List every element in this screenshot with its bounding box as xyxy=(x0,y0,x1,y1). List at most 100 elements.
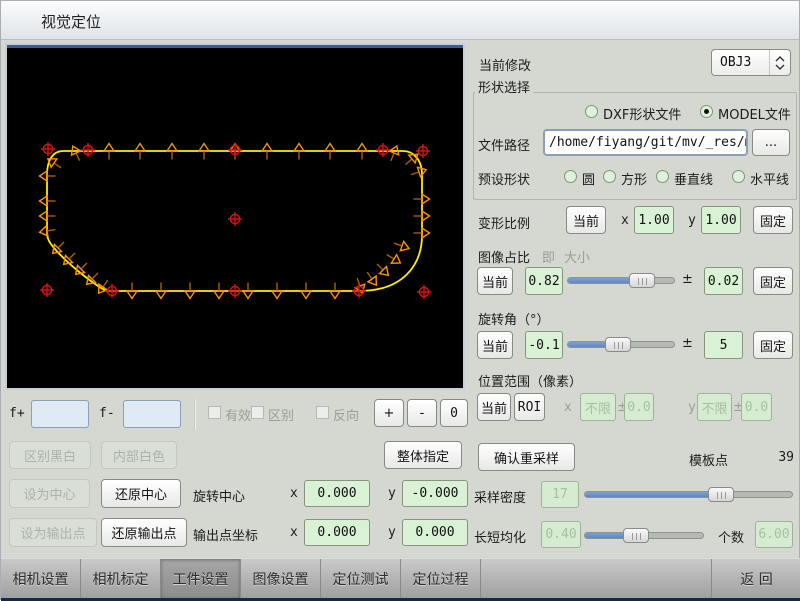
rotation-slider[interactable] xyxy=(567,337,675,352)
radio-dxf-file[interactable] xyxy=(585,105,598,118)
rotation-tol-field[interactable]: 5 xyxy=(704,331,743,359)
deform-x-field[interactable]: 1.00 xyxy=(634,206,674,234)
shape-marker xyxy=(325,144,335,160)
center-x-field[interactable]: 0.000 xyxy=(304,480,370,507)
spinner-arrows-icon[interactable] xyxy=(769,50,790,75)
tab-workpiece-settings[interactable]: 工件设置 xyxy=(161,559,241,598)
shape-marker xyxy=(409,165,427,179)
set-output-button[interactable]: 设为输出点 xyxy=(9,518,97,547)
average-slider-handle[interactable] xyxy=(623,528,649,543)
density-slider-handle[interactable] xyxy=(708,487,734,502)
shape-marker xyxy=(104,144,114,160)
shape-marker xyxy=(40,196,56,206)
center-y-field[interactable]: -0.000 xyxy=(402,480,468,507)
position-current-button[interactable]: 当前 xyxy=(477,393,511,421)
shape-marker xyxy=(40,211,56,221)
distinguish-checkbox[interactable] xyxy=(251,406,264,419)
whole-designate-button[interactable]: 整体指定 xyxy=(384,441,462,469)
deform-x-label: x xyxy=(621,213,629,228)
length-average-field[interactable]: 0.40 xyxy=(541,521,581,548)
ratio-slider[interactable] xyxy=(567,273,675,288)
count-field[interactable]: 6.00 xyxy=(755,521,793,548)
object-selector-value: OBJ3 xyxy=(712,55,769,70)
f-minus-input[interactable] xyxy=(123,400,181,428)
cross-marker xyxy=(105,284,119,298)
tab-image-settings[interactable]: 图像设置 xyxy=(241,559,321,598)
shape-marker xyxy=(185,283,195,299)
radio-circle[interactable] xyxy=(564,170,577,183)
reverse-checkbox-label: 反向 xyxy=(333,405,359,424)
ratio-fixed-button[interactable]: 固定 xyxy=(753,267,793,295)
browse-button[interactable]: ... xyxy=(752,129,790,156)
object-selector[interactable]: OBJ3 xyxy=(711,49,791,76)
shape-marker xyxy=(243,283,253,299)
valid-checkbox[interactable] xyxy=(208,406,221,419)
visual-positioning-window: 视觉定位 当前修改 OBJ3 形状选择 DXF形状文件 MODEL文件 文件路径… xyxy=(0,0,800,600)
shape-marker xyxy=(363,269,380,288)
sampling-density-slider[interactable] xyxy=(584,487,793,502)
cross-marker xyxy=(228,143,242,157)
shape-marker xyxy=(272,283,282,299)
deform-current-button[interactable]: 当前 xyxy=(566,206,606,234)
tab-camera-calibration[interactable]: 相机标定 xyxy=(81,559,161,598)
restore-center-button[interactable]: 还原中心 xyxy=(101,479,181,508)
cross-marker xyxy=(228,212,242,226)
deform-y-field[interactable]: 1.00 xyxy=(701,206,741,234)
ratio-slider-handle[interactable] xyxy=(629,273,655,288)
length-average-slider[interactable] xyxy=(584,528,704,543)
deform-ratio-label: 变形比例 xyxy=(478,213,530,232)
inner-white-button[interactable]: 内部白色 xyxy=(101,441,177,469)
tab-position-process[interactable]: 定位过程 xyxy=(401,559,481,598)
output-x-field[interactable]: 0.000 xyxy=(304,519,370,546)
radio-vline[interactable] xyxy=(656,170,669,183)
position-y-field[interactable]: 不限 xyxy=(697,393,732,421)
ratio-tol-field[interactable]: 0.02 xyxy=(704,267,743,295)
position-y-label: y xyxy=(688,400,696,415)
radio-circle-label: 圆 xyxy=(582,169,595,188)
set-center-button[interactable]: 设为中心 xyxy=(9,479,90,508)
rotation-center-label: 旋转中心 xyxy=(193,486,245,505)
density-slider-groove xyxy=(584,491,793,498)
shape-marker xyxy=(214,283,224,299)
confirm-resample-button[interactable]: 确认重采样 xyxy=(478,443,575,471)
tab-position-test[interactable]: 定位测试 xyxy=(321,559,401,598)
rotation-label: 旋转角（°） xyxy=(478,309,550,328)
rotation-fixed-button[interactable]: 固定 xyxy=(753,331,793,359)
deform-fixed-button[interactable]: 固定 xyxy=(753,206,793,234)
radio-square[interactable] xyxy=(603,170,616,183)
rotation-current-button[interactable]: 当前 xyxy=(477,331,513,359)
image-canvas[interactable] xyxy=(5,43,465,390)
plus-button[interactable]: + xyxy=(374,399,404,427)
output-x-label: x xyxy=(290,525,298,540)
position-y-tol-field[interactable]: 0.0 xyxy=(741,393,772,421)
radio-model-file[interactable] xyxy=(700,105,713,118)
title-bar: 视觉定位 xyxy=(1,1,799,40)
shape-marker xyxy=(127,283,137,299)
position-x-tol-field[interactable]: 0.0 xyxy=(624,393,654,421)
radio-hline[interactable] xyxy=(732,170,745,183)
cross-marker xyxy=(416,144,430,158)
back-button[interactable]: 返 回 xyxy=(711,559,800,598)
shape-marker xyxy=(167,144,177,160)
tab-camera-settings[interactable]: 相机设置 xyxy=(1,559,81,598)
roi-button[interactable]: ROI xyxy=(514,393,545,421)
position-range-label: 位置范围（像素） xyxy=(478,371,582,390)
ratio-value-field[interactable]: 0.82 xyxy=(525,267,563,295)
f-plus-input[interactable] xyxy=(31,400,89,428)
rotation-slider-handle[interactable] xyxy=(605,337,631,352)
restore-output-button[interactable]: 还原输出点 xyxy=(101,518,187,547)
rotation-value-field[interactable]: -0.1 xyxy=(525,331,563,359)
shape-marker xyxy=(330,283,340,299)
minus-button[interactable]: - xyxy=(407,399,437,427)
zero-button[interactable]: 0 xyxy=(440,399,468,427)
sampling-density-field[interactable]: 17 xyxy=(541,481,579,508)
reverse-checkbox[interactable] xyxy=(316,406,329,419)
shape-marker xyxy=(199,144,209,160)
file-path-field[interactable]: /home/fiyang/git/mv/_res/m xyxy=(543,129,748,156)
radio-dxf-label: DXF形状文件 xyxy=(603,104,681,123)
position-x-field[interactable]: 不限 xyxy=(580,393,616,421)
cross-marker xyxy=(81,143,95,157)
output-y-field[interactable]: 0.000 xyxy=(402,519,468,546)
ratio-current-button[interactable]: 当前 xyxy=(477,267,513,295)
distinguish-bw-button[interactable]: 区别黑白 xyxy=(9,441,91,469)
